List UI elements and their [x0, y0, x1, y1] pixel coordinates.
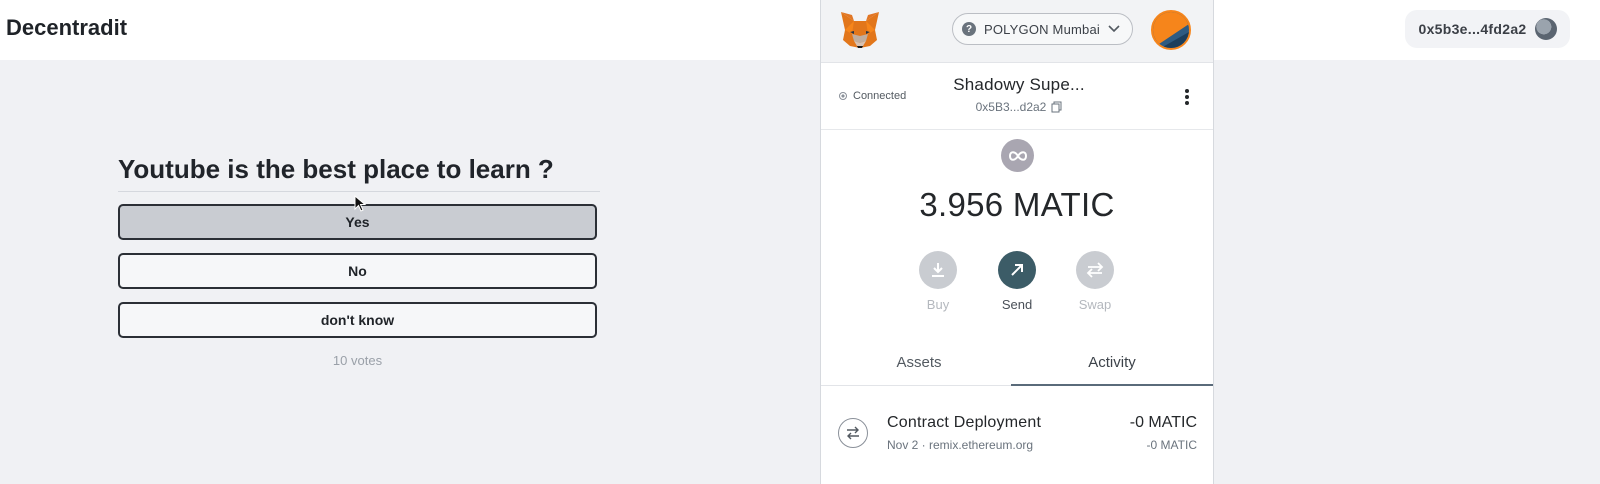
wallet-address: 0x5b3e...4fd2a2 — [1418, 21, 1527, 37]
wallet-account-button[interactable]: 0x5b3e...4fd2a2 — [1405, 10, 1570, 48]
tab-assets[interactable]: Assets — [821, 340, 1017, 386]
poll-option-label: don't know — [320, 312, 395, 328]
app-header: Decentradit 0x5b3e...4fd2a2 — [0, 0, 1600, 60]
download-icon — [919, 251, 957, 289]
account-avatar-icon — [1534, 18, 1557, 40]
copy-icon — [1051, 101, 1062, 113]
kebab-dot — [1185, 89, 1189, 93]
activity-title: Contract Deployment — [887, 414, 1042, 431]
network-label: POLYGON Mumbai — [984, 21, 1100, 37]
poll-option-dont-know[interactable]: don't know — [118, 302, 597, 338]
poll-option-label: No — [348, 263, 367, 279]
account-options-button[interactable] — [1185, 87, 1189, 107]
kebab-dot — [1185, 95, 1189, 99]
chevron-down-icon — [1108, 25, 1120, 33]
account-name: Shadowy Supe... — [953, 75, 1085, 94]
send-label: Send — [1001, 297, 1033, 312]
swap-label: Swap — [1078, 297, 1112, 312]
token-balance: 3.956 MATIC — [919, 186, 1115, 223]
poll-question: Youtube is the best place to learn ? — [118, 154, 600, 192]
vote-count: 10 votes — [332, 353, 383, 368]
tab-activity[interactable]: Activity — [1011, 340, 1213, 386]
metamask-fox-icon[interactable] — [839, 10, 881, 50]
activity-subtitle: Nov 2 · remix.ethereum.org — [887, 438, 1034, 452]
swap-button[interactable]: Swap — [1065, 251, 1125, 312]
account-details-row: Connected Shadowy Supe... 0x5B3...d2a2 — [821, 63, 1213, 130]
activity-amount: -0 MATIC — [1129, 414, 1197, 431]
metamask-popup: ? POLYGON Mumbai Connected Shadowy Supe.… — [820, 0, 1214, 484]
polygon-icon — [1001, 139, 1034, 172]
buy-label: Buy — [926, 297, 950, 312]
account-address-copy[interactable]: 0x5B3...d2a2 — [939, 100, 1099, 114]
transfer-arrows-icon — [838, 418, 868, 448]
connected-dot-icon — [839, 92, 847, 100]
network-selector[interactable]: ? POLYGON Mumbai — [952, 13, 1133, 45]
activity-list-item[interactable]: Contract Deployment Nov 2 · remix.ethere… — [821, 392, 1213, 484]
help-circle-icon: ? — [962, 22, 976, 36]
kebab-dot — [1185, 101, 1189, 105]
app-brand[interactable]: Decentradit — [6, 15, 127, 41]
connection-status-label: Connected — [853, 90, 907, 102]
send-button[interactable]: Send — [987, 251, 1047, 312]
metamask-header: ? POLYGON Mumbai — [821, 0, 1213, 63]
poll-option-label: Yes — [345, 214, 370, 230]
account-menu-avatar[interactable] — [1151, 10, 1191, 50]
buy-button[interactable]: Buy — [908, 251, 968, 312]
identicon-icon — [1153, 12, 1189, 48]
poll-option-no[interactable]: No — [118, 253, 597, 289]
arrow-up-right-icon — [998, 251, 1036, 289]
wallet-tabs: Assets Activity — [821, 340, 1213, 386]
swap-icon — [1076, 251, 1114, 289]
mouse-cursor-icon — [354, 195, 367, 212]
activity-amount-secondary: -0 MATIC — [1146, 438, 1197, 452]
account-address: 0x5B3...d2a2 — [975, 100, 1047, 114]
connection-status[interactable]: Connected — [839, 90, 906, 102]
